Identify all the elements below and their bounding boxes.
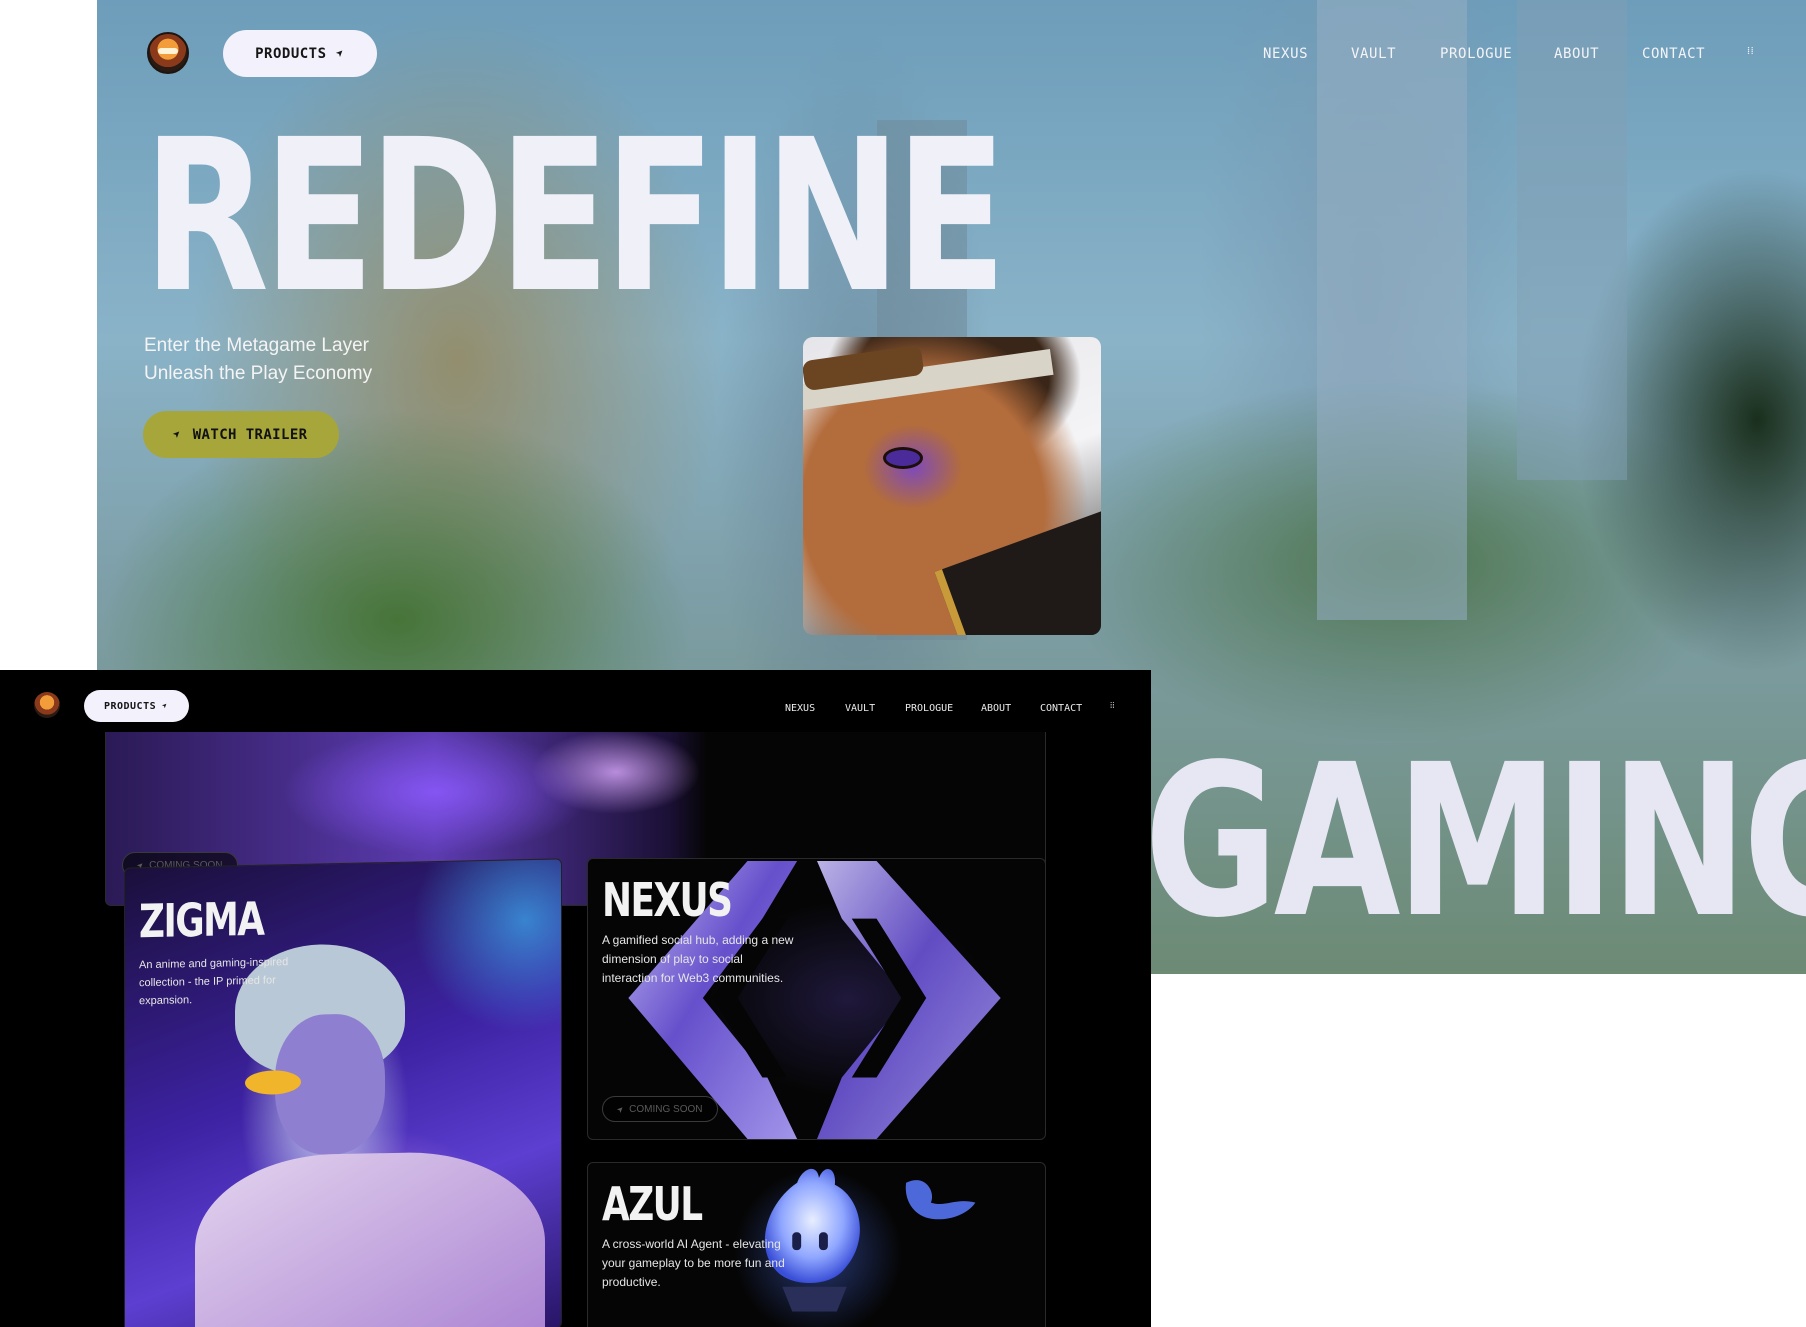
character-eye <box>883 447 923 469</box>
product-card-azul[interactable]: AZUL A cross-world AI Agent - elevating … <box>587 1162 1046 1327</box>
hero-title-secondary: GAMING <box>1144 719 1806 964</box>
background-tower <box>1317 0 1467 620</box>
brand-logo[interactable] <box>34 692 60 718</box>
products-label: PRODUCTS <box>103 700 157 712</box>
watch-trailer-button[interactable]: ➤ WATCH TRAILER <box>143 411 339 458</box>
character-jacket <box>195 1149 545 1327</box>
nav-item-about[interactable]: ABOUT <box>1554 46 1599 62</box>
product-card-nexus[interactable]: NEXUS A gamified social hub, adding a ne… <box>587 858 1046 1140</box>
character-collar <box>934 510 1101 635</box>
coming-soon-badge: ➤ COMING SOON <box>602 1096 718 1122</box>
card-description-line: expansion. <box>139 994 193 1008</box>
nav-item-prologue[interactable]: PROLOGUE <box>1440 46 1512 62</box>
product-card-zigma[interactable]: ZIGMA An anime and gaming-inspired colle… <box>124 858 562 1327</box>
nav-item-about[interactable]: ABOUT <box>981 703 1011 714</box>
products-header: PRODUCTS ➤ NEXUS VAULT PROLOGUE ABOUT CO… <box>0 670 1151 732</box>
hero-subtitle-line: Enter the Metagame Layer <box>144 335 369 356</box>
nav-item-nexus[interactable]: NEXUS <box>785 703 815 714</box>
card-title: NEXUS <box>602 873 733 927</box>
products-page: ➤ COMING SOON PRODUCTS ➤ NEXUS VAULT PRO… <box>0 670 1151 1327</box>
hero-subtitle-line: Unleash the Play Economy <box>144 363 373 384</box>
nav-item-vault[interactable]: VAULT <box>845 703 875 714</box>
background-tower <box>1517 0 1627 480</box>
card-title: AZUL <box>602 1177 703 1231</box>
arrow-icon: ➤ <box>615 1103 627 1115</box>
hero-subtitle: Enter the Metagame Layer Unleash the Pla… <box>144 332 372 388</box>
main-nav: NEXUS VAULT PROLOGUE ABOUT CONTACT ⁞⁞ <box>97 44 1806 66</box>
nav-item-contact[interactable]: CONTACT <box>1040 703 1082 714</box>
hero-title: REDEFINE <box>143 94 1007 339</box>
watch-trailer-label: WATCH TRAILER <box>192 426 308 443</box>
card-description: An anime and gaming-inspired collection … <box>139 953 288 1010</box>
card-title: ZIGMA <box>139 891 264 949</box>
arrow-icon: ➤ <box>170 426 187 443</box>
card-description-line: your gameplay to be more fun and <box>602 1256 785 1270</box>
card-description: A gamified social hub, adding a new dime… <box>602 931 793 988</box>
arrow-icon: ➤ <box>160 700 172 712</box>
card-description-line: interaction for Web3 communities. <box>602 971 784 985</box>
card-description-line: A gamified social hub, adding a new <box>602 933 794 947</box>
nav-item-vault[interactable]: VAULT <box>1351 46 1396 62</box>
card-description: A cross-world AI Agent - elevating your … <box>602 1235 785 1292</box>
card-description-line: productive. <box>602 1275 661 1289</box>
nav-item-contact[interactable]: CONTACT <box>1642 46 1705 62</box>
nav-item-prologue[interactable]: PROLOGUE <box>905 703 953 714</box>
card-description-line: dimension of play to social <box>602 952 743 966</box>
character-video-preview[interactable] <box>803 337 1101 635</box>
nav-item-nexus[interactable]: NEXUS <box>1263 46 1308 62</box>
audio-toggle-icon[interactable]: ⁞⁞ <box>1110 701 1114 710</box>
card-description-line: collection - the IP primed for <box>139 974 276 990</box>
coming-soon-label: COMING SOON <box>629 1103 703 1115</box>
card-description-line: A cross-world AI Agent - elevating <box>602 1237 781 1251</box>
products-button[interactable]: PRODUCTS ➤ <box>84 690 189 722</box>
audio-toggle-icon[interactable]: ⁞⁞ <box>1747 44 1754 57</box>
